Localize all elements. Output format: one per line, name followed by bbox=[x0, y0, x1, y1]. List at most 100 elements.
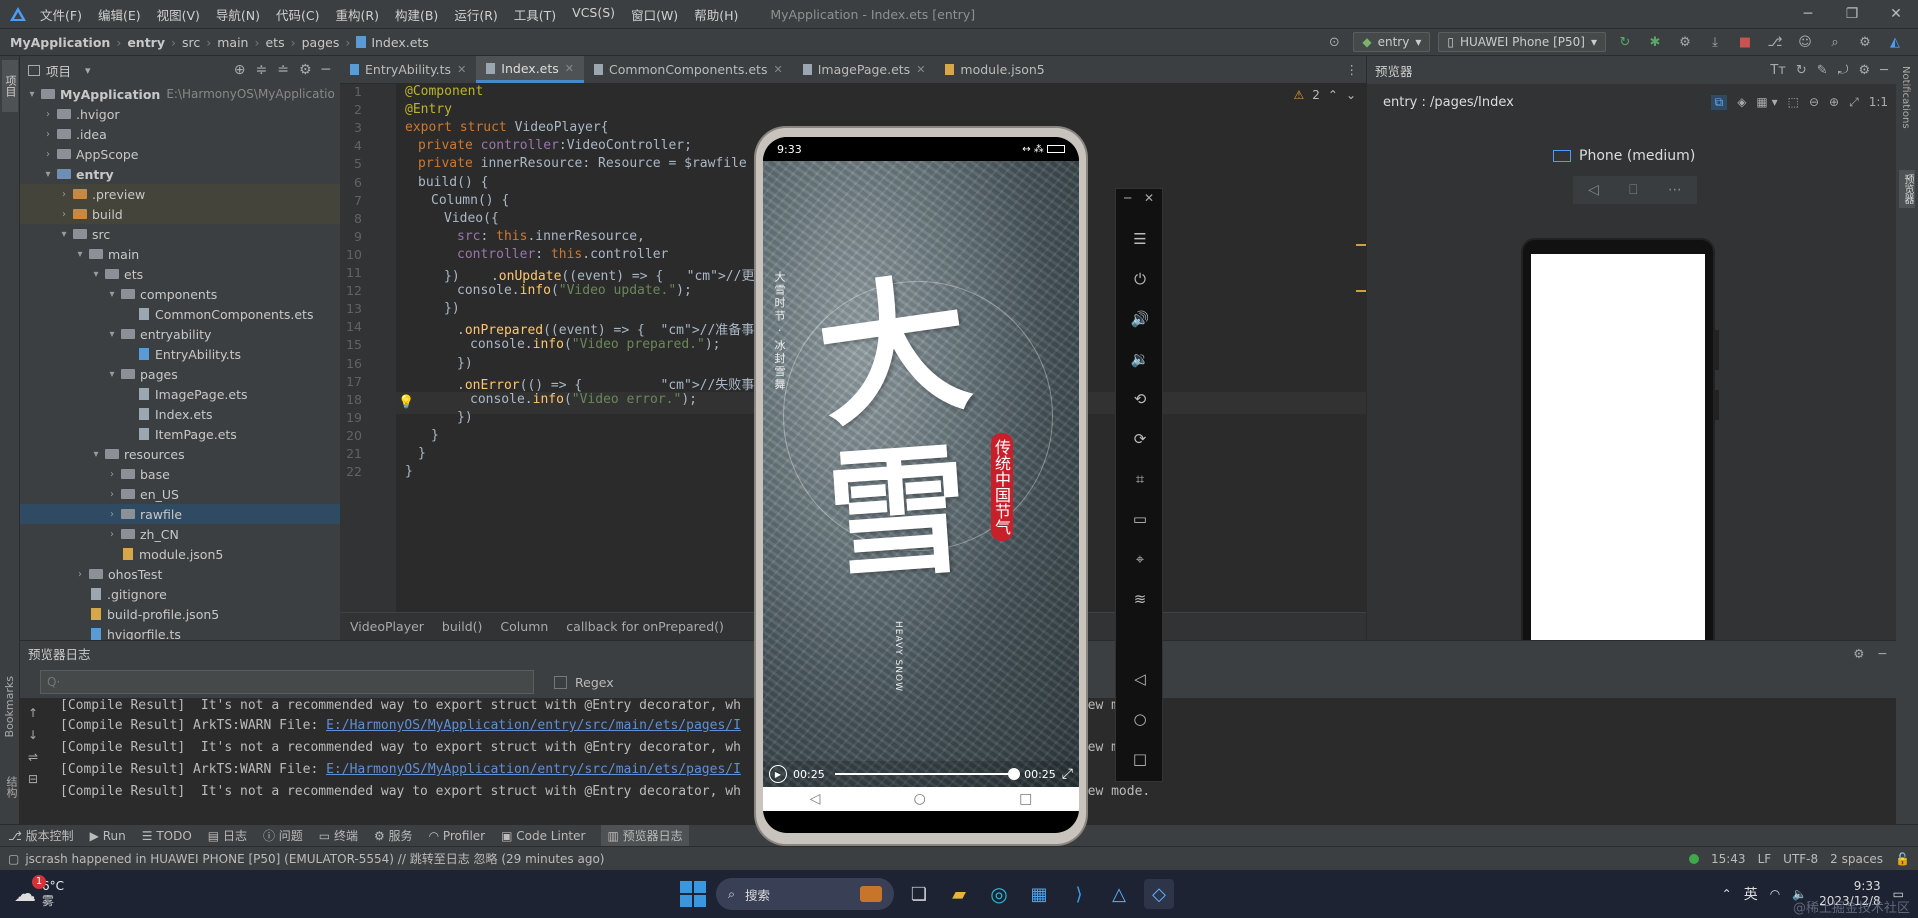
tree-item[interactable]: build-profile.json5 bbox=[20, 604, 340, 624]
inspection-widget[interactable]: ⚠ 2 ⌃ ⌄ bbox=[1293, 88, 1356, 102]
grid-view-icon[interactable]: ▦ ▾ bbox=[1756, 95, 1777, 110]
rerun-icon[interactable]: ↻ bbox=[1614, 31, 1636, 53]
minimize-icon[interactable]: ─ bbox=[1124, 191, 1131, 205]
fit-icon[interactable]: ⤢ bbox=[1849, 95, 1859, 110]
brush-icon[interactable]: ✎ bbox=[1817, 63, 1828, 78]
breadcrumb-item[interactable]: pages bbox=[302, 35, 340, 50]
hide-icon[interactable]: ─ bbox=[322, 62, 330, 78]
previewer-tool-tab[interactable]: 预览器 bbox=[1899, 170, 1915, 208]
code-crumb[interactable]: build() bbox=[442, 619, 483, 634]
zoom-out-icon[interactable]: ⊖ bbox=[1809, 95, 1819, 110]
code-crumb[interactable]: Column bbox=[500, 619, 548, 634]
tree-item[interactable]: ▾ entry bbox=[20, 164, 340, 184]
hide-icon[interactable]: ─ bbox=[1878, 646, 1886, 661]
tree-item[interactable]: › zh_CN bbox=[20, 524, 340, 544]
player-seek-thumb[interactable] bbox=[1008, 768, 1021, 780]
task-view-icon[interactable]: ❏ bbox=[904, 879, 934, 909]
more-icon[interactable]: ⋯ bbox=[1668, 182, 1682, 198]
menu-view[interactable]: 视图(V) bbox=[149, 5, 208, 24]
breadcrumb-item[interactable]: ets bbox=[265, 35, 284, 50]
menu-run[interactable]: 运行(R) bbox=[446, 5, 505, 24]
tool-problems[interactable]: ⓘ 问题 bbox=[263, 827, 303, 844]
chevron-up-icon[interactable]: ⌃ bbox=[1328, 88, 1338, 102]
tree-item[interactable]: module.json5 bbox=[20, 544, 340, 564]
debug-icon[interactable]: ✱ bbox=[1644, 31, 1666, 53]
rotate-device-icon[interactable]: ⎕ bbox=[1629, 182, 1637, 198]
rotate-right-icon[interactable]: ⟳ bbox=[1128, 427, 1152, 451]
tray-chevron-icon[interactable]: ⌃ bbox=[1722, 887, 1732, 901]
minimize-icon[interactable]: ─ bbox=[1786, 6, 1830, 22]
tree-item[interactable]: ▾ pages bbox=[20, 364, 340, 384]
rotate-icon[interactable]: ⤾ bbox=[1838, 63, 1849, 78]
breadcrumb-item[interactable]: Index.ets bbox=[371, 35, 429, 50]
tab-module-json[interactable]: module.json5 bbox=[935, 56, 1054, 83]
play-icon[interactable]: ▶ bbox=[769, 765, 787, 783]
target-icon[interactable]: ⊙ bbox=[1323, 31, 1345, 53]
close-icon[interactable]: ✕ bbox=[773, 63, 782, 76]
close-icon[interactable]: ✕ bbox=[1144, 191, 1154, 205]
collapse-all-icon[interactable]: ≐ bbox=[277, 62, 289, 78]
bookmarks-tool-tab[interactable]: Bookmarks bbox=[3, 676, 16, 737]
project-view-select[interactable]: 项目 bbox=[46, 61, 71, 80]
person-icon[interactable]: ☺ bbox=[1794, 31, 1816, 53]
video-player[interactable]: 大 雪 大雪时节 · 冰封雪舞 传统中国节气 HEAVY SNOW ▶ 00:2… bbox=[763, 161, 1079, 787]
structure-tool-tab[interactable]: 结构 bbox=[3, 776, 19, 798]
menu-edit[interactable]: 编辑(E) bbox=[90, 5, 149, 24]
home-icon[interactable]: ○ bbox=[1128, 707, 1152, 731]
menu-refactor[interactable]: 重构(R) bbox=[328, 5, 387, 24]
locate-icon[interactable]: ⊕ bbox=[234, 62, 246, 78]
tool-previewer-log[interactable]: ▥ 预览器日志 bbox=[601, 825, 689, 846]
regex-checkbox[interactable] bbox=[554, 675, 567, 689]
home-icon[interactable]: ○ bbox=[914, 791, 926, 807]
code-crumb[interactable]: VideoPlayer bbox=[350, 619, 424, 634]
gear-icon[interactable]: ⚙ bbox=[1853, 646, 1864, 661]
device-select[interactable]: ▯ HUAWEI Phone [P50] ▾ bbox=[1438, 32, 1606, 52]
tree-item[interactable]: › .hvigor bbox=[20, 104, 340, 124]
player-seek-bar[interactable] bbox=[834, 768, 1021, 780]
log-file-link[interactable]: E:/HarmonyOS/MyApplication/entry/src/mai… bbox=[326, 762, 741, 777]
notifications-tool-tab[interactable]: Notifications bbox=[1900, 66, 1911, 129]
clear-log-icon[interactable]: ⊟ bbox=[28, 772, 38, 786]
wifi-icon[interactable]: ◠ bbox=[1770, 887, 1780, 901]
menu-vcs[interactable]: VCS(S) bbox=[564, 5, 623, 24]
code-crumb[interactable]: callback for onPrepared() bbox=[566, 619, 724, 634]
lock-icon[interactable]: 🔓 bbox=[1895, 852, 1910, 866]
tree-item[interactable]: ItemPage.ets bbox=[20, 424, 340, 444]
tree-item[interactable]: Index.ets bbox=[20, 404, 340, 424]
zoom-in-icon[interactable]: ⊕ bbox=[1829, 95, 1839, 110]
gear-icon[interactable]: ⚙ bbox=[1859, 63, 1871, 78]
devtools-active-icon[interactable]: ◇ bbox=[1144, 879, 1174, 909]
devtools-icon[interactable]: △ bbox=[1104, 879, 1134, 909]
recents-icon[interactable]: □ bbox=[1128, 747, 1152, 771]
file-explorer-icon[interactable]: ▰ bbox=[944, 879, 974, 909]
tree-item[interactable]: CommonComponents.ets bbox=[20, 304, 340, 324]
soft-wrap-icon[interactable]: ⇌ bbox=[28, 750, 38, 764]
phone-screen[interactable]: 9:33 ↔ ⁂ 大 雪 大雪时节 · 冰封雪舞 传统中国节气 HEAVY SN… bbox=[763, 137, 1079, 833]
menu-code[interactable]: 代码(C) bbox=[268, 5, 327, 24]
store-icon[interactable]: ▦ bbox=[1024, 879, 1054, 909]
location-icon[interactable]: ⌖ bbox=[1128, 547, 1152, 571]
project-tool-tab[interactable]: 项目 bbox=[2, 60, 18, 112]
tool-profiler[interactable]: ◠ Profiler bbox=[429, 829, 486, 843]
tree-item[interactable]: › AppScope bbox=[20, 144, 340, 164]
tree-item[interactable]: ▾ entryability bbox=[20, 324, 340, 344]
close-icon[interactable]: ✕ bbox=[916, 63, 925, 76]
log-file-link[interactable]: E:/HarmonyOS/MyApplication/entry/src/mai… bbox=[326, 718, 741, 733]
volume-up-icon[interactable]: 🔊 bbox=[1128, 307, 1152, 331]
tree-item[interactable]: ▾ components bbox=[20, 284, 340, 304]
git-icon[interactable]: ⎇ bbox=[1764, 31, 1786, 53]
volume-down-icon[interactable]: 🔉 bbox=[1128, 347, 1152, 371]
layers-icon[interactable]: ◈ bbox=[1737, 95, 1746, 110]
tree-item[interactable]: › ohosTest bbox=[20, 564, 340, 584]
tool-todo[interactable]: ☰ TODO bbox=[142, 829, 192, 843]
breadcrumb-item[interactable]: main bbox=[217, 35, 248, 50]
back-triangle-icon[interactable]: ◁ bbox=[1588, 182, 1599, 198]
tool-vcs[interactable]: ⎇ 版本控制 bbox=[8, 827, 74, 844]
close-icon[interactable]: ✕ bbox=[1874, 6, 1918, 22]
edge-icon[interactable]: ◎ bbox=[984, 879, 1014, 909]
chevron-down-icon[interactable]: ⌄ bbox=[1346, 88, 1356, 102]
tool-log[interactable]: ▤ 日志 bbox=[208, 827, 247, 844]
file-encoding[interactable]: UTF-8 bbox=[1783, 852, 1818, 866]
bulb-icon[interactable]: 💡 bbox=[398, 395, 414, 410]
breadcrumb-item[interactable]: MyApplication bbox=[10, 35, 110, 50]
